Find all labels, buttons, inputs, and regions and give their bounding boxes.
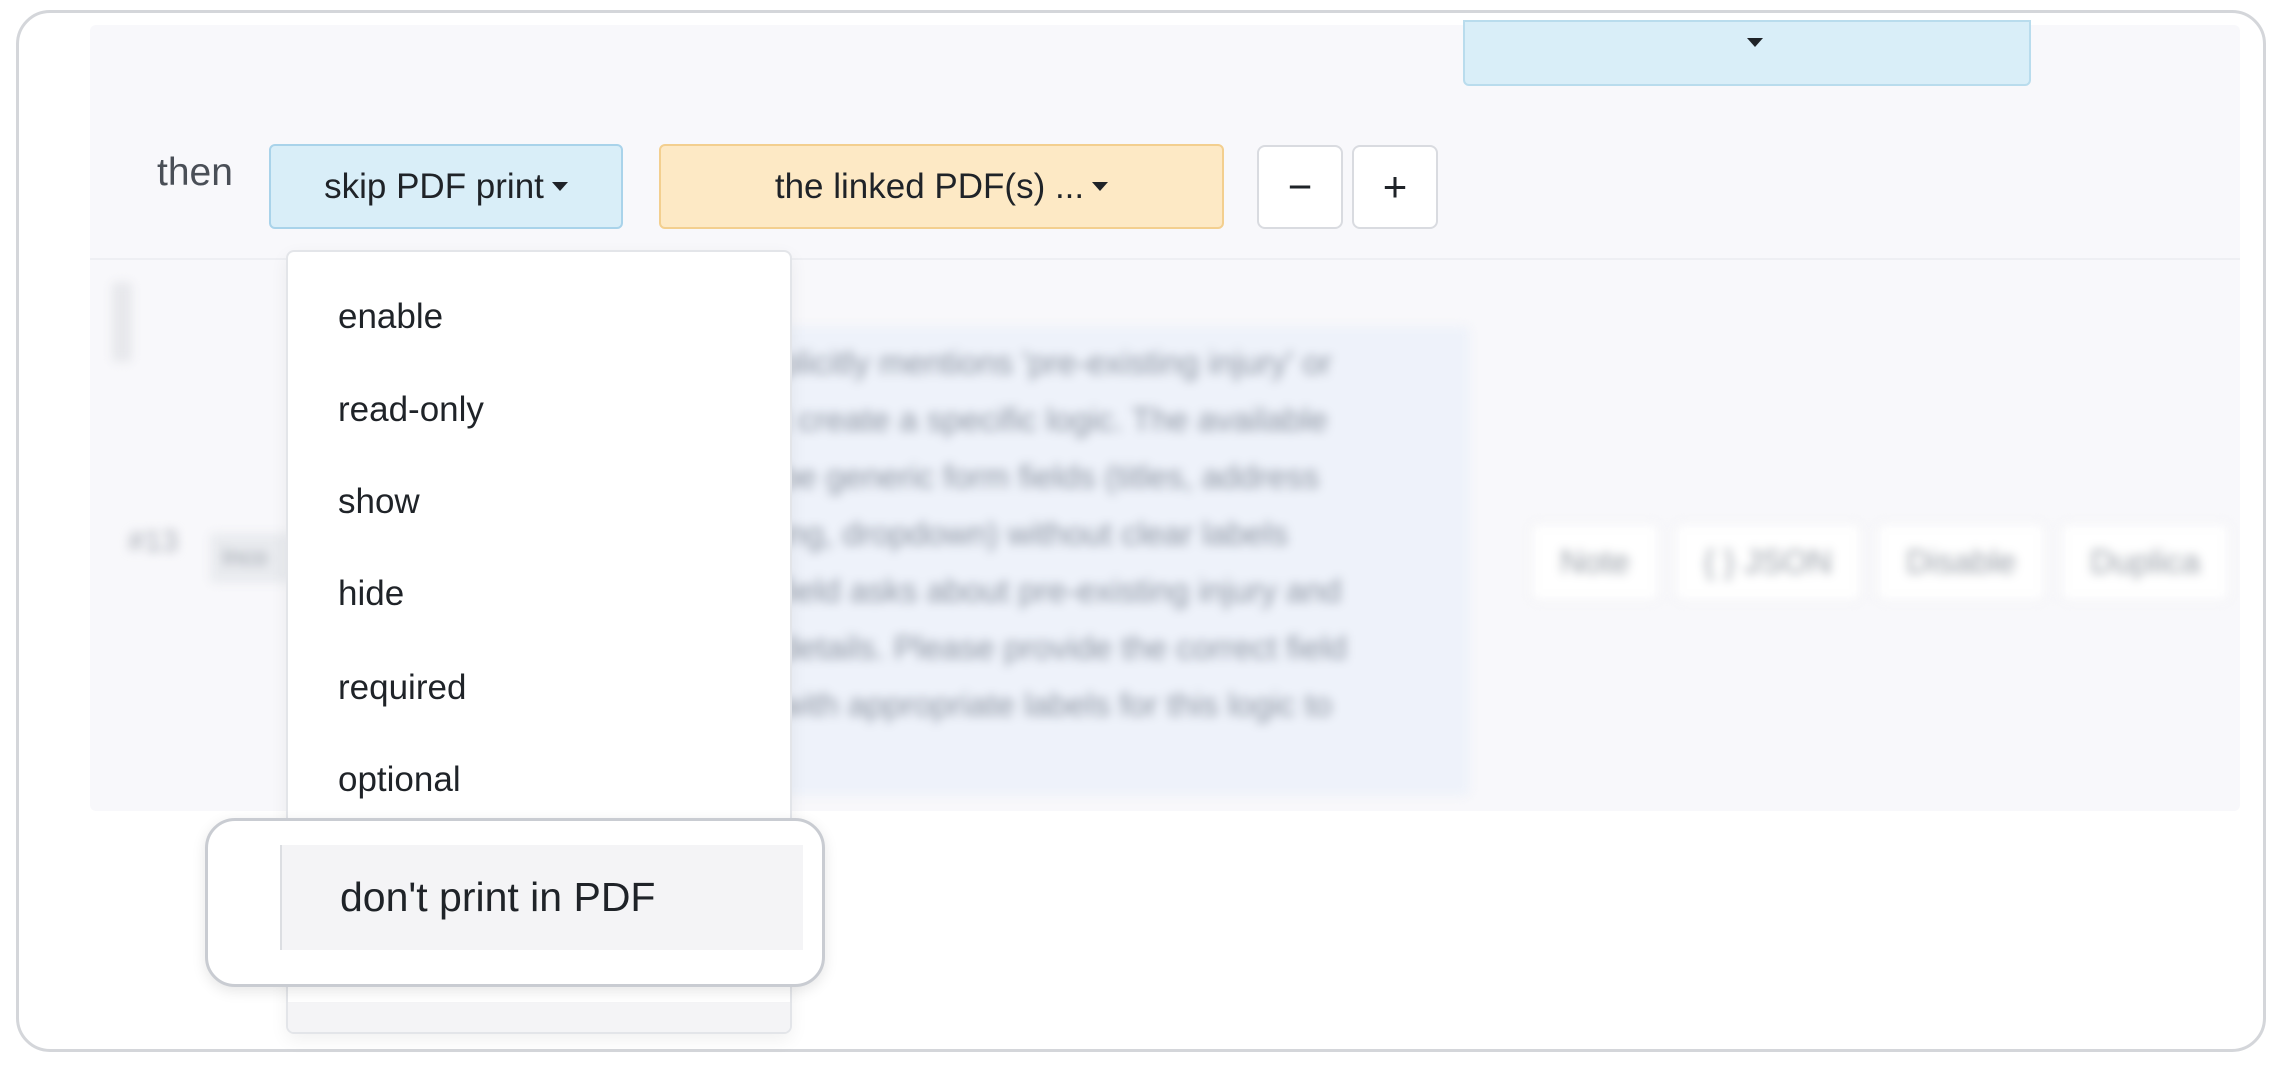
add-action-button[interactable]: + xyxy=(1352,145,1438,229)
caret-down-icon xyxy=(1747,38,1763,47)
action-select-label: skip PDF print xyxy=(324,166,544,206)
dropdown-scroll-edge xyxy=(288,1002,790,1032)
plus-icon: + xyxy=(1382,163,1408,210)
message-line: details. Please provide the correct fiel… xyxy=(780,629,1347,666)
target-select-label: the linked PDF(s) ... xyxy=(774,166,1085,206)
caret-down-icon xyxy=(551,182,568,191)
note-button[interactable]: Note xyxy=(1530,522,1660,602)
target-select-button[interactable]: the linked PDF(s) ... xyxy=(659,144,1224,229)
dropdown-item-enable[interactable]: enable xyxy=(338,297,443,337)
blurred-handle xyxy=(112,282,132,362)
dropdown-item-read-only[interactable]: read-only xyxy=(338,390,484,430)
condition-select[interactable] xyxy=(1463,20,2031,86)
rule-toolbar: Note { } JSON Disable Duplica xyxy=(1530,522,2231,602)
minus-icon: − xyxy=(1287,163,1313,210)
caret-down-icon xyxy=(1092,182,1109,191)
message-line: t create a specific logic. The available xyxy=(780,401,1328,438)
dropdown-item-show[interactable]: show xyxy=(338,482,420,522)
disable-button[interactable]: Disable xyxy=(1876,522,2047,602)
dropdown-item-hide[interactable]: hide xyxy=(338,574,404,614)
json-button[interactable]: { } JSON xyxy=(1673,522,1863,602)
dropdown-item-dont-print-in-pdf[interactable]: don't print in PDF xyxy=(280,845,803,950)
dropdown-item-required[interactable]: required xyxy=(338,668,466,708)
status-badge: Inco xyxy=(210,533,290,583)
message-line: plicitly mentions 'pre-existing injury' … xyxy=(780,344,1332,381)
dropdown-item-optional[interactable]: optional xyxy=(338,760,461,800)
logic-message: plicitly mentions 'pre-existing injury' … xyxy=(700,326,1470,796)
highlight-callout: don't print in PDF xyxy=(205,818,825,987)
then-label: then xyxy=(157,151,233,194)
remove-action-button[interactable]: − xyxy=(1257,145,1343,229)
duplicate-button[interactable]: Duplica xyxy=(2060,522,2231,602)
message-line: ing, dropdown) without clear labels xyxy=(780,515,1289,552)
message-line: be generic form fields (titles, address xyxy=(780,458,1320,495)
action-select-button[interactable]: skip PDF print xyxy=(269,144,623,229)
rule-number: #13 xyxy=(128,525,179,558)
message-line: with appropriate labels for this logic t… xyxy=(780,686,1333,723)
message-line: field asks about pre-existing injury and xyxy=(780,572,1342,609)
